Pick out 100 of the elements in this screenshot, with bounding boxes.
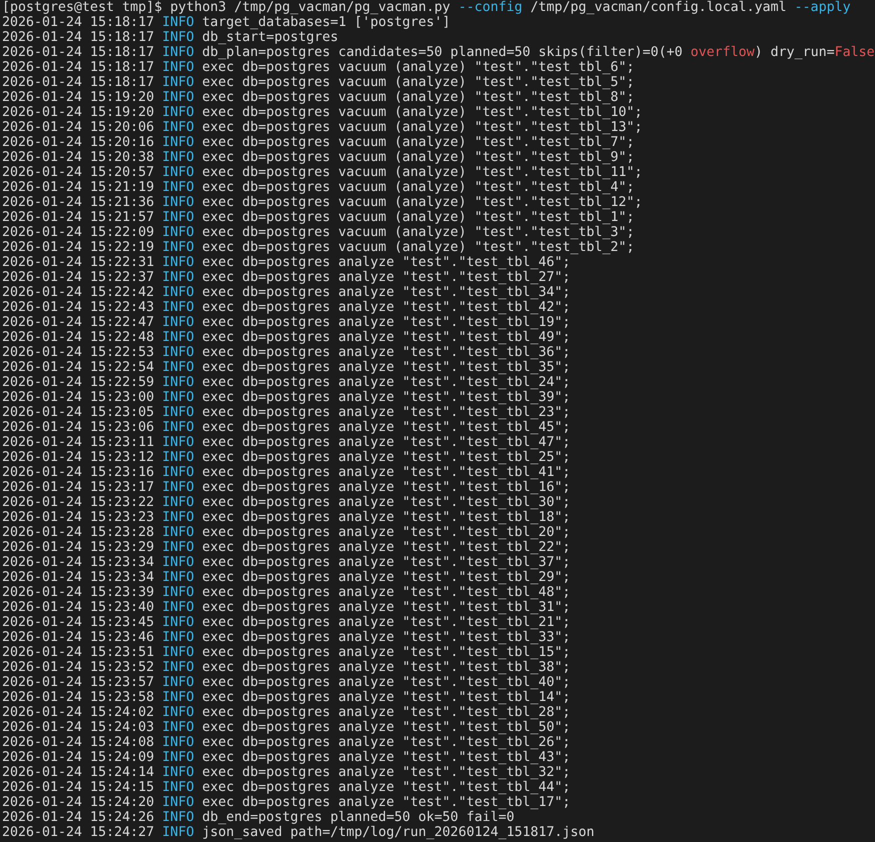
log-level: INFO	[162, 15, 194, 30]
log-level: INFO	[162, 60, 194, 75]
log-timestamp: 2026-01-24 15:22:47	[2, 315, 154, 330]
log-timestamp: 2026-01-24 15:22:54	[2, 360, 154, 375]
log-timestamp: 2026-01-24 15:22:31	[2, 255, 154, 270]
log-message: exec db=postgres vacuum (analyze) "test"."test_tbl_6";	[202, 60, 634, 75]
log-level: INFO	[162, 405, 194, 420]
log-timestamp: 2026-01-24 15:24:15	[2, 780, 154, 795]
log-level: INFO	[162, 780, 194, 795]
log-timestamp: 2026-01-24 15:22:37	[2, 270, 154, 285]
log-timestamp: 2026-01-24 15:23:57	[2, 675, 154, 690]
log-message: exec db=postgres analyze "test"."test_tbl_39";	[202, 390, 570, 405]
log-message: exec db=postgres vacuum (analyze) "test"."test_tbl_8";	[202, 90, 634, 105]
log-timestamp: 2026-01-24 15:23:11	[2, 435, 154, 450]
log-level: INFO	[162, 105, 194, 120]
log-timestamp: 2026-01-24 15:22:19	[2, 240, 154, 255]
log-message: exec db=postgres vacuum (analyze) "test"."test_tbl_4";	[202, 180, 634, 195]
log-level: INFO	[162, 375, 194, 390]
log-timestamp: 2026-01-24 15:22:59	[2, 375, 154, 390]
log-level: INFO	[162, 420, 194, 435]
log-level: INFO	[162, 150, 194, 165]
log-message: exec db=postgres analyze "test"."test_tbl_47";	[202, 435, 570, 450]
log-message: exec db=postgres analyze "test"."test_tbl_40";	[202, 675, 570, 690]
log-message: target_databases=1 ['postgres']	[202, 15, 450, 30]
log-timestamp: 2026-01-24 15:23:58	[2, 690, 154, 705]
shell-prompt: [postgres@test tmp]$	[2, 0, 162, 15]
log-level: INFO	[162, 90, 194, 105]
log-level: INFO	[162, 630, 194, 645]
log-level: INFO	[162, 825, 194, 840]
log-timestamp: 2026-01-24 15:24:26	[2, 810, 154, 825]
log-level: INFO	[162, 195, 194, 210]
log-message: exec db=postgres analyze "test"."test_tbl_36";	[202, 345, 570, 360]
log-message: exec db=postgres analyze "test"."test_tbl_32";	[202, 765, 570, 780]
log-timestamp: 2026-01-24 15:22:09	[2, 225, 154, 240]
log-level: INFO	[162, 135, 194, 150]
log-timestamp: 2026-01-24 15:18:17	[2, 45, 154, 60]
log-level: INFO	[162, 690, 194, 705]
log-timestamp: 2026-01-24 15:19:20	[2, 105, 154, 120]
log-message: exec db=postgres analyze "test"."test_tbl_37";	[202, 555, 570, 570]
log-timestamp: 2026-01-24 15:19:20	[2, 90, 154, 105]
log-level: INFO	[162, 465, 194, 480]
log-timestamp: 2026-01-24 15:20:16	[2, 135, 154, 150]
log-level: INFO	[162, 210, 194, 225]
log-timestamp: 2026-01-24 15:18:17	[2, 15, 154, 30]
log-message: exec db=postgres analyze "test"."test_tbl_15";	[202, 645, 570, 660]
log-timestamp: 2026-01-24 15:24:14	[2, 765, 154, 780]
log-message: exec db=postgres analyze "test"."test_tbl_29";	[202, 570, 570, 585]
log-message: exec db=postgres analyze "test"."test_tbl_23";	[202, 405, 570, 420]
log-timestamp: 2026-01-24 15:18:17	[2, 60, 154, 75]
log-timestamp: 2026-01-24 15:23:17	[2, 480, 154, 495]
log-message: exec db=postgres analyze "test"."test_tbl_19";	[202, 315, 570, 330]
log-timestamp: 2026-01-24 15:23:00	[2, 390, 154, 405]
log-level: INFO	[162, 270, 194, 285]
log-timestamp: 2026-01-24 15:23:23	[2, 510, 154, 525]
log-message: exec db=postgres analyze "test"."test_tbl_17";	[202, 795, 570, 810]
log-level: INFO	[162, 810, 194, 825]
log-message: exec db=postgres analyze "test"."test_tbl_21";	[202, 615, 570, 630]
log-level: INFO	[162, 345, 194, 360]
log-timestamp: 2026-01-24 15:22:48	[2, 330, 154, 345]
log-message: db_end=postgres planned=50 ok=50 fail=0	[202, 810, 514, 825]
log-message: exec db=postgres analyze "test"."test_tbl_30";	[202, 495, 570, 510]
log-message: db_start=postgres	[202, 30, 338, 45]
log-message: exec db=postgres analyze "test"."test_tbl_24";	[202, 375, 570, 390]
log-level: INFO	[162, 120, 194, 135]
log-timestamp: 2026-01-24 15:23:34	[2, 555, 154, 570]
log-level: INFO	[162, 255, 194, 270]
log-message: exec db=postgres analyze "test"."test_tbl_33";	[202, 630, 570, 645]
log-timestamp: 2026-01-24 15:24:27	[2, 825, 154, 840]
log-message: exec db=postgres vacuum (analyze) "test"."test_tbl_9";	[202, 150, 634, 165]
log-timestamp: 2026-01-24 15:24:08	[2, 735, 154, 750]
log-level: INFO	[162, 435, 194, 450]
log-timestamp: 2026-01-24 15:23:46	[2, 630, 154, 645]
log-timestamp: 2026-01-24 15:24:02	[2, 705, 154, 720]
log-level: INFO	[162, 720, 194, 735]
log-level: INFO	[162, 660, 194, 675]
log-level: INFO	[162, 240, 194, 255]
log-level: INFO	[162, 315, 194, 330]
log-message: exec db=postgres analyze "test"."test_tbl_38";	[202, 660, 570, 675]
log-message: exec db=postgres analyze "test"."test_tbl_34";	[202, 285, 570, 300]
log-message: exec db=postgres vacuum (analyze) "test"."test_tbl_12";	[202, 195, 642, 210]
log-message: exec db=postgres vacuum (analyze) "test"."test_tbl_13";	[202, 120, 642, 135]
log-level: INFO	[162, 645, 194, 660]
log-level: INFO	[162, 390, 194, 405]
log-timestamp: 2026-01-24 15:20:57	[2, 165, 154, 180]
log-level: INFO	[162, 540, 194, 555]
log-message: exec db=postgres vacuum (analyze) "test"."test_tbl_7";	[202, 135, 634, 150]
log-timestamp: 2026-01-24 15:24:03	[2, 720, 154, 735]
log-level: INFO	[162, 600, 194, 615]
log-level: INFO	[162, 75, 194, 90]
log-message: exec db=postgres analyze "test"."test_tbl_46";	[202, 255, 570, 270]
log-message: exec db=postgres analyze "test"."test_tbl_41";	[202, 465, 570, 480]
log-level: INFO	[162, 360, 194, 375]
log-message: db_plan=postgres candidates=50 planned=50 skips(filter)=0(+0 overflow) dry_run=False	[202, 45, 875, 60]
log-timestamp: 2026-01-24 15:22:53	[2, 345, 154, 360]
log-message: exec db=postgres analyze "test"."test_tbl_14";	[202, 690, 570, 705]
log-message: exec db=postgres analyze "test"."test_tbl_25";	[202, 450, 570, 465]
log-message: json_saved path=/tmp/log/run_20260124_151817.json	[202, 825, 594, 840]
log-level: INFO	[162, 285, 194, 300]
log-message: exec db=postgres analyze "test"."test_tbl_50";	[202, 720, 570, 735]
log-message: exec db=postgres vacuum (analyze) "test"."test_tbl_3";	[202, 225, 634, 240]
